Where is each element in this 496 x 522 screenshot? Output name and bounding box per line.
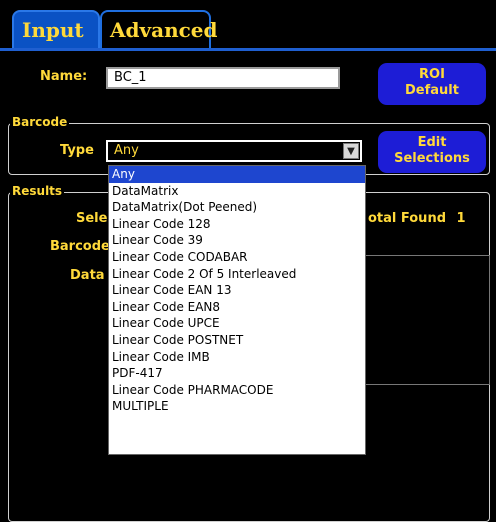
dropdown-option[interactable]: Linear Code CODABAR	[109, 249, 365, 266]
type-select-value: Any	[114, 143, 139, 158]
dropdown-option[interactable]: Linear Code IMB	[109, 349, 365, 366]
edit-selections-label: Edit Selections	[394, 135, 470, 166]
barcode-group-title: Barcode	[10, 115, 70, 129]
tab-advanced[interactable]: Advanced	[100, 10, 218, 48]
dropdown-option[interactable]: DataMatrix(Dot Peened)	[109, 199, 365, 216]
type-dropdown-list[interactable]: Any DataMatrix DataMatrix(Dot Peened) Li…	[108, 165, 366, 455]
dropdown-option[interactable]: Linear Code EAN8	[109, 299, 365, 316]
type-label: Type	[60, 143, 94, 158]
selected-label: Sele	[76, 211, 108, 226]
dropdown-option[interactable]: Linear Code PHARMACODE	[109, 382, 365, 399]
dropdown-option[interactable]: Linear Code 2 Of 5 Interleaved	[109, 266, 365, 283]
name-label: Name:	[40, 69, 88, 84]
roi-default-button[interactable]: ROI Default	[378, 63, 486, 105]
total-found-value: 1	[456, 211, 466, 226]
total-found-label: otal Found 1	[368, 211, 466, 226]
dropdown-option[interactable]: Linear Code EAN 13	[109, 282, 365, 299]
name-field[interactable]: BC_1	[106, 67, 340, 89]
dropdown-option[interactable]: MULTIPLE	[109, 398, 365, 415]
total-found-text: otal Found	[368, 211, 446, 226]
dropdown-option[interactable]: Linear Code 128	[109, 216, 365, 233]
chevron-down-icon[interactable]: ▼	[343, 143, 359, 159]
dropdown-option[interactable]: Linear Code 39	[109, 232, 365, 249]
dropdown-option[interactable]: Linear Code POSTNET	[109, 332, 365, 349]
dropdown-option[interactable]: Any	[109, 166, 365, 183]
roi-default-label: ROI Default	[405, 67, 459, 98]
dropdown-option[interactable]: PDF-417	[109, 365, 365, 382]
data-box	[350, 255, 490, 385]
tab-bar: Input Advanced	[0, 0, 496, 48]
results-group-title: Results	[10, 184, 65, 198]
dropdown-option[interactable]: DataMatrix	[109, 183, 365, 200]
data-label: Data	[70, 268, 105, 283]
type-select[interactable]: Any ▼	[106, 140, 362, 162]
barcode-label: Barcode	[50, 239, 110, 254]
tab-input[interactable]: Input	[12, 10, 100, 48]
edit-selections-button[interactable]: Edit Selections	[378, 131, 486, 173]
dropdown-option[interactable]: Linear Code UPCE	[109, 315, 365, 332]
